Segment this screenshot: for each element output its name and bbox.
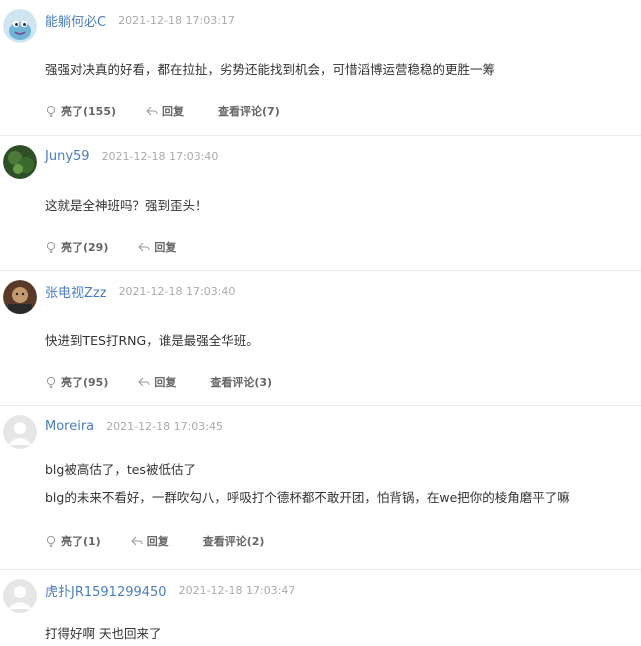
avatar-photo-icon <box>3 280 37 314</box>
like-button[interactable]: 亮了(155) <box>45 103 116 119</box>
username[interactable]: 张电视Zzz <box>45 282 107 301</box>
view-comments-label: 查看评论(2) <box>202 535 265 548</box>
reply-label: 回复 <box>154 376 177 389</box>
comment-meta: 能躺何必C 2021-12-18 17:03:17 <box>45 10 235 30</box>
timestamp: 2021-12-18 17:03:40 <box>118 284 236 298</box>
reply-button[interactable]: 回复 <box>138 374 176 390</box>
like-button[interactable]: 亮了(95) <box>45 374 108 390</box>
timestamp: 2021-12-18 17:03:17 <box>118 13 235 27</box>
avatar[interactable] <box>3 415 37 449</box>
timestamp: 2021-12-18 17:03:45 <box>106 419 223 433</box>
lightbulb-icon <box>46 376 56 388</box>
view-comments-label: 查看评论(7) <box>218 105 280 118</box>
default-avatar-icon <box>3 415 37 449</box>
avatar[interactable] <box>3 145 37 179</box>
comment-text: blg被高估了，tes被低估了 <box>45 462 196 477</box>
avatar[interactable] <box>3 280 37 314</box>
avatar[interactable] <box>3 9 37 43</box>
reply-arrow-icon <box>138 242 150 252</box>
lightbulb-icon <box>46 535 56 547</box>
username[interactable]: 能躺何必C <box>45 11 106 30</box>
comment-actions: 亮了(29) 回复 <box>45 239 210 255</box>
reply-label: 回复 <box>154 241 177 254</box>
comment-text: 打得好啊 天也回来了 <box>45 626 162 641</box>
timestamp: 2021-12-18 17:03:40 <box>101 149 219 163</box>
username[interactable]: Moreira <box>45 419 94 434</box>
comment-text: 快进到TES打RNG，谁是最强全华班。 <box>45 333 259 348</box>
username[interactable]: 虎扑JR1591299450 <box>45 581 167 600</box>
reply-label: 回复 <box>146 535 169 548</box>
reply-button[interactable]: 回复 <box>131 533 169 549</box>
username[interactable]: Juny59 <box>45 149 90 164</box>
comment-item: 能躺何必C 2021-12-18 17:03:17 强强对决真的好看，都在拉扯，… <box>0 0 641 135</box>
view-comments-button[interactable]: 查看评论(2) <box>203 533 265 549</box>
timestamp: 2021-12-18 17:03:47 <box>178 583 296 597</box>
comment-text: 这就是全神班吗？强到歪头！ <box>45 198 208 213</box>
reply-button[interactable]: 回复 <box>138 239 176 255</box>
comment-item: Juny59 2021-12-18 17:03:40 这就是全神班吗？强到歪头！… <box>0 135 641 270</box>
reply-arrow-icon <box>138 377 150 387</box>
comment-list: 能躺何必C 2021-12-18 17:03:17 强强对决真的好看，都在拉扯，… <box>0 0 641 646</box>
comment-meta: Juny59 2021-12-18 17:03:40 <box>45 146 218 166</box>
lightbulb-icon <box>46 241 56 253</box>
reply-label: 回复 <box>162 105 185 118</box>
comment-actions: 亮了(1) 回复 查看评论(2) <box>45 533 294 549</box>
reply-button[interactable]: 回复 <box>146 103 184 119</box>
comment-item: 张电视Zzz 2021-12-18 17:03:40 快进到TES打RNG，谁是… <box>0 270 641 405</box>
comment-item: 虎扑JR1591299450 2021-12-18 17:03:47 打得好啊 … <box>0 569 641 646</box>
avatar-cartoon-icon <box>3 9 37 43</box>
avatar[interactable] <box>3 579 37 613</box>
view-comments-button[interactable]: 查看评论(7) <box>218 103 280 119</box>
comment-actions: 亮了(155) 回复 查看评论(7) <box>45 103 310 119</box>
comment-item: Moreira 2021-12-18 17:03:45 blg被高估了，tes被… <box>0 405 641 569</box>
like-count: 亮了(29) <box>61 241 109 254</box>
reply-arrow-icon <box>131 536 143 546</box>
like-count: 亮了(155) <box>61 105 117 118</box>
default-avatar-icon <box>3 579 37 613</box>
comment-text: blg的未来不看好，一群吹勾八，呼吸打个德杯都不敢开团，怕背锅，在we把你的棱角… <box>45 490 570 505</box>
comment-text: 强强对决真的好看，都在拉扯，劣势还能找到机会，可惜滔博运营稳稳的更胜一筹 <box>45 62 496 77</box>
comment-meta: Moreira 2021-12-18 17:03:45 <box>45 416 223 436</box>
view-comments-button[interactable]: 查看评论(3) <box>210 374 272 390</box>
like-count: 亮了(1) <box>61 535 101 548</box>
like-button[interactable]: 亮了(29) <box>45 239 108 255</box>
comment-meta: 虎扑JR1591299450 2021-12-18 17:03:47 <box>45 580 295 600</box>
reply-arrow-icon <box>146 106 158 116</box>
comment-actions: 亮了(95) 回复 查看评论(3) <box>45 374 302 390</box>
avatar-nature-icon <box>3 145 37 179</box>
lightbulb-icon <box>46 105 56 117</box>
like-button[interactable]: 亮了(1) <box>45 533 101 549</box>
like-count: 亮了(95) <box>61 376 109 389</box>
view-comments-label: 查看评论(3) <box>210 376 273 389</box>
comment-meta: 张电视Zzz 2021-12-18 17:03:40 <box>45 281 235 301</box>
